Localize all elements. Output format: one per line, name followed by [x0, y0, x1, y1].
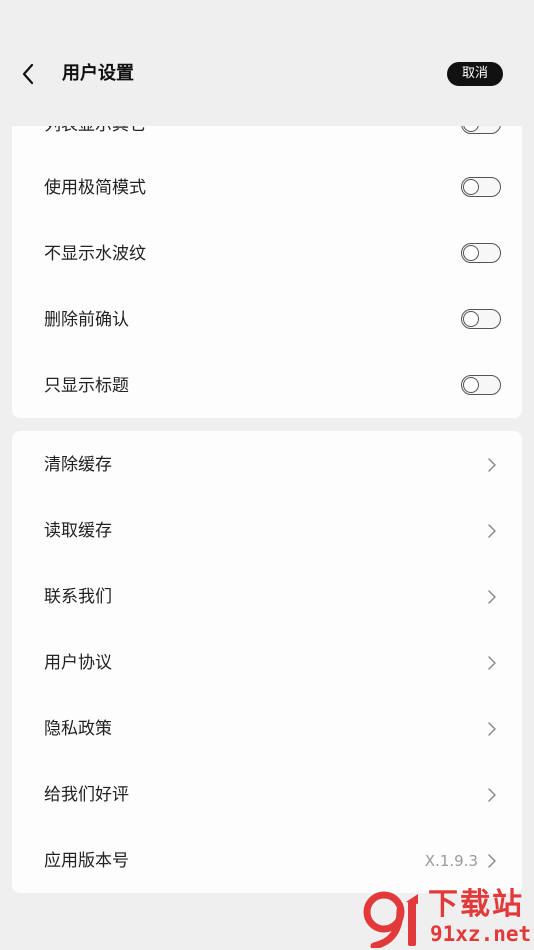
link-settings-card: 清除缓存 读取缓存 联系我们 用户协议 隐私政策 给我们好评 应用版本号 X.1…: [12, 431, 522, 893]
setting-row-confirm-delete[interactable]: 删除前确认: [12, 287, 522, 353]
header-bar: 用户设置 取消: [0, 0, 534, 126]
setting-row-title-only[interactable]: 只显示标题: [12, 353, 522, 418]
setting-row-app-version[interactable]: 应用版本号 X.1.9.3: [12, 828, 522, 893]
page-title: 用户设置: [62, 63, 134, 84]
setting-label: 删除前确认: [44, 310, 129, 330]
setting-row-contact-us[interactable]: 联系我们: [12, 564, 522, 630]
setting-label: 不显示水波纹: [44, 244, 146, 264]
toggle-knob: [463, 126, 479, 132]
watermark-brand-text: 下载站: [428, 887, 524, 922]
watermark-logo-icon: [363, 891, 418, 948]
toggle-switch[interactable]: [461, 243, 501, 263]
toggle-knob: [463, 311, 479, 327]
toggle-knob: [463, 377, 479, 393]
toggle-switch[interactable]: [461, 375, 501, 395]
chevron-right-icon: [488, 722, 496, 736]
toggle-switch[interactable]: [461, 126, 501, 134]
setting-row-clear-cache[interactable]: 清除缓存: [12, 432, 522, 498]
chevron-right-icon: [488, 524, 496, 538]
toggle-knob: [463, 245, 479, 261]
setting-row-list-display[interactable]: 列表显示其它: [12, 126, 522, 158]
setting-row-user-agreement[interactable]: 用户协议: [12, 630, 522, 696]
setting-row-read-cache[interactable]: 读取缓存: [12, 498, 522, 564]
setting-label: 用户协议: [44, 653, 112, 673]
cancel-button[interactable]: 取消: [447, 62, 503, 86]
chevron-right-icon: [488, 788, 496, 802]
setting-row-privacy-policy[interactable]: 隐私政策: [12, 696, 522, 762]
watermark-logo: 下载站 91xz.net: [362, 888, 534, 950]
setting-label: 清除缓存: [44, 455, 112, 475]
watermark-domain-text: 91xz.net: [430, 922, 532, 946]
setting-row-rate-us[interactable]: 给我们好评: [12, 762, 522, 828]
setting-row-no-ripple[interactable]: 不显示水波纹: [12, 221, 522, 287]
toggle-switch[interactable]: [461, 177, 501, 197]
setting-label: 列表显示其它: [44, 126, 146, 158]
setting-label: 给我们好评: [44, 785, 129, 805]
chevron-right-icon: [488, 458, 496, 472]
toggle-settings-card: 列表显示其它 使用极简模式 不显示水波纹 删除前确认 只显示标题: [12, 126, 522, 418]
chevron-right-icon: [488, 656, 496, 670]
setting-label: 读取缓存: [44, 521, 112, 541]
setting-row-minimal-mode[interactable]: 使用极简模式: [12, 155, 522, 221]
back-button[interactable]: [14, 60, 42, 88]
chevron-left-icon: [22, 63, 34, 85]
setting-label: 隐私政策: [44, 719, 112, 739]
setting-label: 联系我们: [44, 587, 112, 607]
setting-label: 应用版本号: [44, 851, 129, 871]
chevron-right-icon: [488, 854, 496, 868]
toggle-knob: [463, 179, 479, 195]
setting-label: 只显示标题: [44, 376, 129, 396]
chevron-right-icon: [488, 590, 496, 604]
setting-label: 使用极简模式: [44, 178, 146, 198]
toggle-switch[interactable]: [461, 309, 501, 329]
version-value: X.1.9.3: [424, 852, 478, 870]
